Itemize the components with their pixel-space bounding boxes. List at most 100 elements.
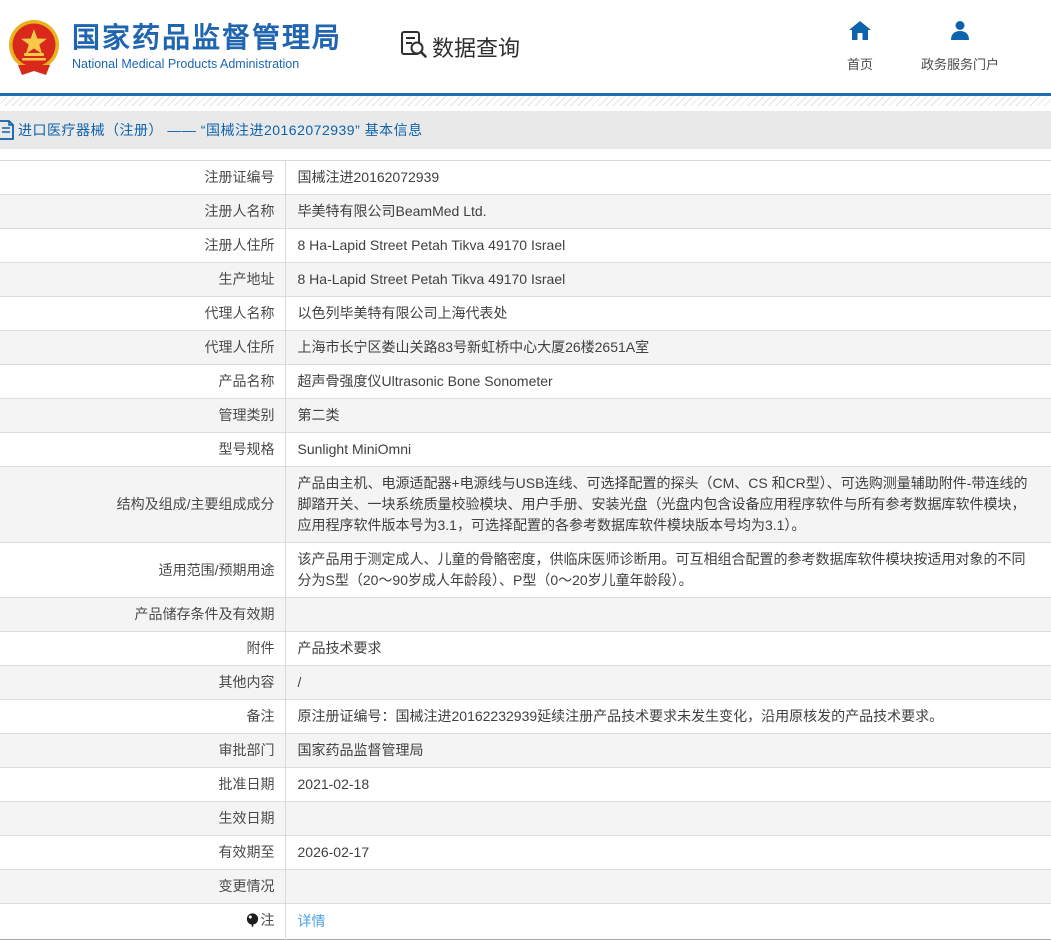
row-label: 变更情况: [0, 869, 286, 904]
row-label: 注册证编号: [0, 160, 286, 195]
table-row: 产品储存条件及有效期: [0, 597, 1051, 632]
row-label-text: 注册证编号: [204, 169, 275, 185]
table-row: 附件 产品技术要求: [0, 631, 1051, 666]
row-label-text: 其他内容: [218, 674, 275, 690]
table-row: 代理人住所 上海市长宁区娄山关路83号新虹桥中心大厦26楼2651A室: [0, 330, 1051, 365]
row-label: 产品名称: [0, 364, 286, 399]
row-label-text: 代理人住所: [204, 339, 275, 355]
row-value: 国械注进20162072939: [297, 169, 440, 185]
row-label: 管理类别: [0, 398, 286, 433]
row-value: 2026-02-17: [297, 844, 370, 860]
row-label: 注册人住所: [0, 228, 286, 263]
table-row: 注册人住所 8 Ha-Lapid Street Petah Tikva 49170…: [0, 228, 1051, 263]
row-label-text: 适用范围/预期用途: [158, 561, 275, 578]
row-label: 结构及组成/主要组成成分: [0, 466, 286, 543]
row-label: 型号规格: [0, 432, 286, 467]
hatch-divider: [0, 96, 1051, 106]
row-label-text: 结构及组成/主要组成成分: [116, 496, 275, 512]
row-label: 审批部门: [0, 733, 286, 768]
row-value: 该产品用于测定成人、儿童的骨骼密度，供临床医师诊断用。可互相组合配置的参考数据库…: [297, 551, 1026, 588]
home-icon: [848, 20, 871, 45]
row-value: /: [297, 674, 302, 690]
row-label-text: 附件: [246, 640, 275, 656]
row-value: [285, 598, 1051, 632]
row-value: Sunlight MiniOmni: [297, 441, 412, 457]
nav-portal-label: 政务服务门户: [920, 56, 999, 72]
data-query-nav[interactable]: 数据查询: [398, 29, 520, 64]
table-row: 产品名称 超声骨强度仪Ultrasonic Bone Sonometer: [0, 364, 1051, 399]
row-label-text: 注: [260, 912, 275, 928]
details-link[interactable]: 详情: [298, 913, 326, 929]
data-query-label: 数据查询: [432, 35, 521, 61]
data-query-icon: [398, 29, 428, 64]
row-label: 有效期至: [0, 835, 286, 870]
row-label: 产品储存条件及有效期: [0, 597, 286, 632]
row-value: 8 Ha-Lapid Street Petah Tikva 49170 Isra…: [297, 271, 566, 287]
row-value: 详情: [285, 904, 1051, 940]
row-label-text: 型号规格: [218, 441, 275, 457]
row-value: 原注册证编号：国械注进20162232939延续注册产品技术要求未发生变化，沿用…: [297, 708, 944, 724]
table-row: 注册人名称 毕美特有限公司BeamMed Ltd.: [0, 194, 1051, 229]
row-label-text: 注册人名称: [204, 203, 275, 219]
row-label: 适用范围/预期用途: [0, 542, 286, 598]
row-label-text: 产品名称: [218, 373, 275, 389]
table-row: 管理类别 第二类: [0, 398, 1051, 433]
table-row: 生产地址 8 Ha-Lapid Street Petah Tikva 49170 …: [0, 262, 1051, 297]
brand-titles: 国家药品监督管理局 National Medical Products Admi…: [72, 22, 342, 71]
row-label: 代理人名称: [0, 296, 286, 331]
row-label: 其他内容: [0, 665, 286, 700]
nav-home-label: 首页: [846, 56, 873, 72]
table-row: 注 详情: [0, 903, 1051, 940]
table-row: 审批部门 国家药品监督管理局: [0, 733, 1051, 768]
row-label-text: 备注: [246, 708, 275, 724]
row-value: 产品技术要求: [297, 640, 382, 656]
table-row: 其他内容 /: [0, 665, 1051, 700]
site-header: 国家药品监督管理局 National Medical Products Admi…: [0, 0, 1051, 96]
table-row: 型号规格 Sunlight MiniOmni: [0, 432, 1051, 467]
row-value: 2021-02-18: [297, 776, 370, 792]
row-label: 备注: [0, 699, 286, 734]
table-row: 备注 原注册证编号：国械注进20162232939延续注册产品技术要求未发生变化，…: [0, 699, 1051, 734]
row-label-text: 代理人名称: [204, 305, 275, 321]
registration-info-table: 注册证编号 国械注进20162072939 注册人名称 毕美特有限公司BeamMed …: [0, 160, 1051, 940]
table-row: 适用范围/预期用途 该产品用于测定成人、儿童的骨骼密度，供临床医师诊断用。可互相组…: [0, 542, 1051, 598]
row-value: 产品由主机、电源适配器+电源线与USB连线、可选择配置的探头（CM、CS 和CR…: [297, 475, 1028, 533]
breadcrumb: 进口医疗器械（注册） —— “国械注进20162072939” 基本信息: [0, 111, 1051, 149]
nmpa-emblem-logo: [8, 17, 60, 77]
row-value: 第二类: [297, 407, 340, 423]
row-label-text: 产品储存条件及有效期: [134, 606, 275, 622]
row-label-text: 有效期至: [218, 844, 275, 860]
row-value: [285, 870, 1051, 904]
row-value: 毕美特有限公司BeamMed Ltd.: [297, 203, 487, 219]
header-right-nav: 首页 政务服务门户: [846, 20, 999, 73]
row-value: 8 Ha-Lapid Street Petah Tikva 49170 Isra…: [297, 237, 566, 253]
row-value: 国家药品监督管理局: [297, 742, 424, 758]
table-row: 注册证编号 国械注进20162072939: [0, 160, 1051, 195]
row-label: 注: [0, 903, 286, 940]
table-row: 有效期至 2026-02-17: [0, 835, 1051, 870]
row-value: 上海市长宁区娄山关路83号新虹桥中心大厦26楼2651A室: [297, 339, 650, 355]
row-value: [285, 802, 1051, 836]
row-value: 以色列毕美特有限公司上海代表处: [297, 305, 508, 321]
row-label: 注册人名称: [0, 194, 286, 229]
nav-portal[interactable]: 政务服务门户: [920, 20, 999, 73]
document-icon: [0, 120, 15, 140]
row-label-text: 管理类别: [218, 407, 275, 423]
row-label-text: 注册人住所: [204, 237, 275, 253]
breadcrumb-text: 进口医疗器械（注册） —— “国械注进20162072939” 基本信息: [18, 122, 423, 138]
person-icon: [950, 20, 970, 45]
nav-home[interactable]: 首页: [846, 20, 873, 73]
registration-info-section: 注册证编号 国械注进20162072939 注册人名称 毕美特有限公司BeamMed …: [0, 160, 1051, 940]
row-label-text: 审批部门: [218, 742, 275, 758]
row-value: 超声骨强度仪Ultrasonic Bone Sonometer: [297, 373, 553, 389]
row-label: 批准日期: [0, 767, 286, 802]
balloon-note-icon: [246, 912, 259, 933]
row-label: 生产地址: [0, 262, 286, 297]
row-label-text: 批准日期: [218, 776, 275, 792]
table-row: 变更情况: [0, 869, 1051, 904]
china-emblem-icon: [9, 19, 59, 75]
row-label: 附件: [0, 631, 286, 666]
table-row: 代理人名称 以色列毕美特有限公司上海代表处: [0, 296, 1051, 331]
row-label-text: 变更情况: [218, 878, 275, 894]
table-row: 批准日期 2021-02-18: [0, 767, 1051, 802]
